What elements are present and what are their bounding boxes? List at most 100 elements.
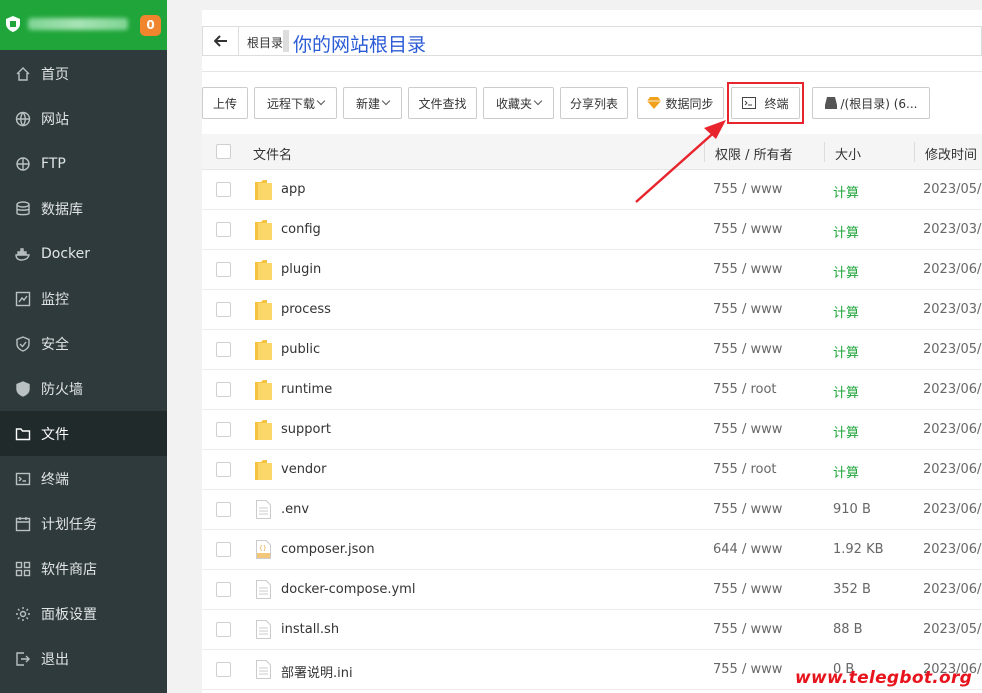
file-name[interactable]: .env <box>281 502 309 517</box>
file-name[interactable]: process <box>281 302 331 317</box>
folder-icon <box>255 420 272 440</box>
table-row[interactable]: plugin 755 / www 计算 2023/06/1 <box>202 250 982 290</box>
file-name[interactable]: runtime <box>281 382 332 397</box>
file-name[interactable]: support <box>281 422 331 437</box>
file-permission[interactable]: 755 / www <box>713 582 782 597</box>
header-separator <box>704 142 705 162</box>
sidebar-item-8[interactable]: 防火墙 <box>0 366 167 411</box>
file-size[interactable]: 计算 <box>833 182 859 201</box>
file-size[interactable]: 计算 <box>833 462 859 481</box>
row-checkbox[interactable] <box>216 342 231 357</box>
file-size[interactable]: 计算 <box>833 422 859 441</box>
file-size[interactable]: 计算 <box>833 382 859 401</box>
table-row[interactable]: support 755 / www 计算 2023/06/1 <box>202 410 982 450</box>
file-search-button[interactable]: 文件查找 <box>408 87 477 119</box>
file-permission[interactable]: 755 / www <box>713 342 782 357</box>
file-size[interactable]: 计算 <box>833 262 859 281</box>
folder-icon <box>255 340 272 360</box>
sidebar-item-10[interactable]: 终端 <box>0 456 167 501</box>
table-row[interactable]: app 755 / www 计算 2023/05/3 <box>202 170 982 210</box>
sidebar-item-14[interactable]: 退出 <box>0 636 167 681</box>
upload-button[interactable]: 上传 <box>202 87 248 119</box>
table-row[interactable]: config 755 / www 计算 2023/03/3 <box>202 210 982 250</box>
row-checkbox[interactable] <box>216 222 231 237</box>
file-name[interactable]: docker-compose.yml <box>281 582 415 597</box>
table-row[interactable]: runtime 755 / root 计算 2023/06/1 <box>202 370 982 410</box>
header-perm[interactable]: 权限 / 所有者 <box>715 144 793 163</box>
breadcrumb-separator <box>283 30 289 52</box>
select-all-checkbox[interactable] <box>216 144 231 159</box>
file-permission[interactable]: 755 / www <box>713 302 782 317</box>
breadcrumb-root[interactable]: 根目录 <box>247 34 283 51</box>
chevron-down-icon <box>381 96 391 106</box>
disk-button[interactable]: /(根目录) (6... <box>812 87 930 119</box>
file-name[interactable]: plugin <box>281 262 321 277</box>
header-mtime[interactable]: 修改时间 <box>925 144 977 163</box>
notification-badge[interactable]: 0 <box>140 15 161 36</box>
file-permission[interactable]: 755 / www <box>713 262 782 277</box>
file-name[interactable]: composer.json <box>281 542 375 557</box>
file-permission[interactable]: 755 / www <box>713 662 782 677</box>
sidebar-item-11[interactable]: 计划任务 <box>0 501 167 546</box>
breadcrumb: 根目录 你的网站根目录 <box>202 26 982 56</box>
table-row[interactable]: vendor 755 / root 计算 2023/06/1 <box>202 450 982 490</box>
remote-download-button[interactable]: 远程下载 <box>254 87 337 119</box>
table-row[interactable]: public 755 / www 计算 2023/05/3 <box>202 330 982 370</box>
file-mtime: 2023/03/3 <box>923 222 982 237</box>
file-permission[interactable]: 755 / root <box>713 462 777 477</box>
row-checkbox[interactable] <box>216 422 231 437</box>
header-name[interactable]: 文件名 <box>253 144 292 163</box>
shield-logo-icon <box>6 16 20 32</box>
table-row[interactable]: install.sh 755 / www 88 B 2023/05/3 <box>202 610 982 650</box>
file-name[interactable]: install.sh <box>281 622 339 637</box>
table-row[interactable]: .env 755 / www 910 B 2023/06/0 <box>202 490 982 530</box>
file-name[interactable]: config <box>281 222 321 237</box>
file-size[interactable]: 计算 <box>833 302 859 321</box>
file-permission[interactable]: 755 / www <box>713 182 782 197</box>
file-size[interactable]: 计算 <box>833 342 859 361</box>
annotation-label: 你的网站根目录 <box>293 34 427 56</box>
row-checkbox[interactable] <box>216 662 231 677</box>
row-checkbox[interactable] <box>216 622 231 637</box>
sidebar-item-6[interactable]: 监控 <box>0 276 167 321</box>
favorites-button[interactable]: 收藏夹 <box>483 87 554 119</box>
file-permission[interactable]: 755 / www <box>713 502 782 517</box>
data-sync-button[interactable]: 数据同步 <box>637 87 724 119</box>
header-size[interactable]: 大小 <box>835 144 861 163</box>
sidebar-item-7[interactable]: 安全 <box>0 321 167 366</box>
back-button[interactable] <box>203 27 239 55</box>
file-permission[interactable]: 755 / www <box>713 622 782 637</box>
sidebar-item-4[interactable]: 数据库 <box>0 186 167 231</box>
table-row[interactable]: {} composer.json 644 / www 1.92 KB 2023/06/0 <box>202 530 982 570</box>
file-name[interactable]: public <box>281 342 320 357</box>
file-permission[interactable]: 755 / www <box>713 222 782 237</box>
file-icon <box>256 620 271 639</box>
sidebar-item-5[interactable]: Docker <box>0 231 167 276</box>
file-permission[interactable]: 644 / www <box>713 542 782 557</box>
table-row[interactable]: docker-compose.yml 755 / www 352 B 2023/06/… <box>202 570 982 610</box>
file-permission[interactable]: 755 / www <box>713 422 782 437</box>
sidebar-item-2[interactable]: 网站 <box>0 96 167 141</box>
sidebar-item-12[interactable]: 软件商店 <box>0 546 167 591</box>
row-checkbox[interactable] <box>216 182 231 197</box>
sidebar-item-label: FTP <box>41 155 66 172</box>
sidebar-item-3[interactable]: FTP <box>0 141 167 186</box>
file-permission[interactable]: 755 / root <box>713 382 777 397</box>
new-button[interactable]: 新建 <box>343 87 402 119</box>
sidebar-item-9[interactable]: 文件 <box>0 411 167 456</box>
sidebar-item-13[interactable]: 面板设置 <box>0 591 167 636</box>
row-checkbox[interactable] <box>216 462 231 477</box>
row-checkbox[interactable] <box>216 542 231 557</box>
file-size[interactable]: 计算 <box>833 222 859 241</box>
row-checkbox[interactable] <box>216 382 231 397</box>
sidebar-item-1[interactable]: 首页 <box>0 51 167 96</box>
file-name[interactable]: 部署说明.ini <box>281 662 353 681</box>
share-list-button[interactable]: 分享列表 <box>560 87 628 119</box>
row-checkbox[interactable] <box>216 582 231 597</box>
row-checkbox[interactable] <box>216 302 231 317</box>
file-name[interactable]: vendor <box>281 462 326 477</box>
row-checkbox[interactable] <box>216 262 231 277</box>
file-name[interactable]: app <box>281 182 305 197</box>
table-row[interactable]: process 755 / www 计算 2023/03/2 <box>202 290 982 330</box>
row-checkbox[interactable] <box>216 502 231 517</box>
